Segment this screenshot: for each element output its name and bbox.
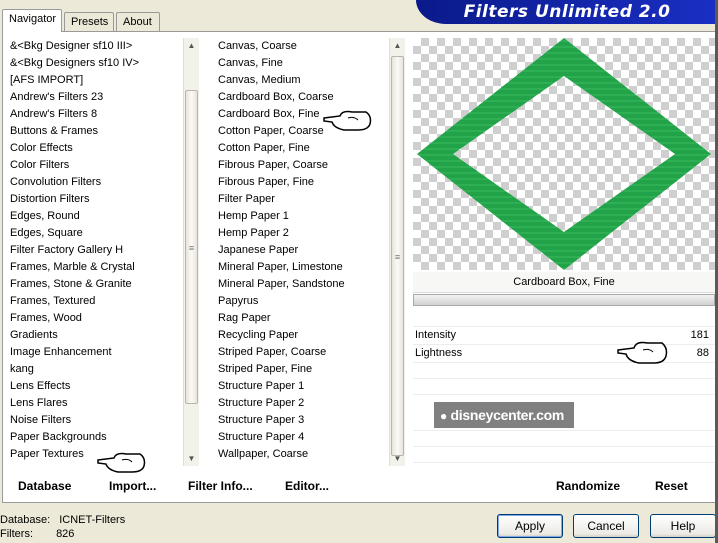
category-item[interactable]: Paper Backgrounds xyxy=(10,429,182,446)
category-item[interactable]: Frames, Stone & Granite xyxy=(10,276,182,293)
filter-item[interactable]: Canvas, Fine xyxy=(218,55,388,72)
category-item[interactable]: Distortion Filters xyxy=(10,191,182,208)
filter-item[interactable]: Structure Paper 1 xyxy=(218,378,388,395)
filter-item[interactable]: Recycling Paper xyxy=(218,327,388,344)
filter-item[interactable]: Striped Paper, Coarse xyxy=(218,344,388,361)
filter-item[interactable]: Hemp Paper 2 xyxy=(218,225,388,242)
reset-button[interactable]: Reset xyxy=(655,479,688,493)
category-item[interactable]: Edges, Round xyxy=(10,208,182,225)
filter-item[interactable]: Canvas, Medium xyxy=(218,72,388,89)
preview-frame-shape xyxy=(417,38,711,270)
filter-scroll-thumb[interactable]: ≡ xyxy=(391,56,404,456)
tab-presets[interactable]: Presets xyxy=(64,12,114,31)
pointing-hand-icon xyxy=(323,110,372,131)
current-filter-name: Cardboard Box, Fine xyxy=(413,272,715,293)
app-title-banner: Filters Unlimited 2.0 xyxy=(416,0,718,24)
filter-item[interactable]: Striped Paper, Fine xyxy=(218,361,388,378)
filter-item[interactable]: Papyrus xyxy=(218,293,388,310)
filter-item[interactable]: Fibrous Paper, Coarse xyxy=(218,157,388,174)
param-name: Intensity xyxy=(415,329,456,341)
filter-item[interactable]: Cotton Paper, Fine xyxy=(218,140,388,157)
filter-item[interactable]: Structure Paper 2 xyxy=(218,395,388,412)
param-value: 88 xyxy=(696,347,709,359)
status-filters: Filters: 826 xyxy=(0,528,75,540)
category-item[interactable]: Frames, Wood xyxy=(10,310,182,327)
filter-item[interactable]: Mineral Paper, Sandstone xyxy=(218,276,388,293)
editor-button[interactable]: Editor... xyxy=(285,479,329,493)
category-item[interactable]: [AFS IMPORT] xyxy=(10,72,182,89)
category-item[interactable]: Lens Effects xyxy=(10,378,182,395)
category-item[interactable]: Andrew's Filters 23 xyxy=(10,89,182,106)
category-item[interactable]: Lens Flares xyxy=(10,395,182,412)
filter-list[interactable]: Canvas, Coarse Canvas, Fine Canvas, Medium… xyxy=(218,38,388,466)
filter-item[interactable]: Structure Paper 3 xyxy=(218,412,388,429)
pointing-hand-icon xyxy=(617,341,668,364)
filter-item[interactable]: Mineral Paper, Limestone xyxy=(218,259,388,276)
filter-item[interactable]: Structure Paper 4 xyxy=(218,429,388,446)
apply-button[interactable]: Apply xyxy=(497,514,563,538)
filter-item[interactable]: Japanese Paper xyxy=(218,242,388,259)
filter-item[interactable]: Cardboard Box, Coarse xyxy=(218,89,388,106)
category-item[interactable]: Frames, Marble & Crystal xyxy=(10,259,182,276)
filter-item[interactable]: Wallpaper, Coarse xyxy=(218,446,388,463)
filter-item[interactable]: Hemp Paper 1 xyxy=(218,208,388,225)
category-item[interactable]: Edges, Square xyxy=(10,225,182,242)
scroll-up-arrow-icon[interactable]: ▲ xyxy=(390,38,405,53)
scroll-down-arrow-icon[interactable]: ▼ xyxy=(184,451,199,466)
help-button[interactable]: Help xyxy=(650,514,716,538)
tab-navigator[interactable]: Navigator xyxy=(2,9,62,32)
param-value: 181 xyxy=(690,329,709,341)
preview-canvas xyxy=(413,38,715,270)
watermark: ● disneycenter.com xyxy=(434,402,574,428)
status-database: Database: ICNET-Filters xyxy=(0,514,126,526)
progress-bar xyxy=(413,294,715,306)
category-item[interactable]: Convolution Filters xyxy=(10,174,182,191)
category-list[interactable]: &<Bkg Designer sf10 III> &<Bkg Designers … xyxy=(10,38,182,466)
randomize-button[interactable]: Randomize xyxy=(556,479,620,493)
cancel-button[interactable]: Cancel xyxy=(573,514,639,538)
param-name: Lightness xyxy=(415,347,463,359)
import-button[interactable]: Import... xyxy=(109,479,156,493)
category-scrollbar[interactable]: ▲ ≡ ▼ xyxy=(183,38,199,466)
category-item[interactable]: Color Filters xyxy=(10,157,182,174)
category-item[interactable]: Frames, Textured xyxy=(10,293,182,310)
category-scroll-thumb[interactable]: ≡ xyxy=(185,90,198,404)
category-item[interactable]: Andrew's Filters 8 xyxy=(10,106,182,123)
filter-info-button[interactable]: Filter Info... xyxy=(188,479,253,493)
category-item[interactable]: kang xyxy=(10,361,182,378)
category-item[interactable]: Noise Filters xyxy=(10,412,182,429)
category-item[interactable]: Gradients xyxy=(10,327,182,344)
database-button[interactable]: Database xyxy=(18,479,71,493)
category-item[interactable]: &<Bkg Designer sf10 III> xyxy=(10,38,182,55)
pointing-hand-icon xyxy=(97,452,146,473)
category-item[interactable]: Color Effects xyxy=(10,140,182,157)
category-item[interactable]: Filter Factory Gallery H xyxy=(10,242,182,259)
filter-item[interactable]: Fibrous Paper, Fine xyxy=(218,174,388,191)
category-item[interactable]: &<Bkg Designers sf10 IV> xyxy=(10,55,182,72)
tab-about[interactable]: About xyxy=(116,12,160,31)
category-item[interactable]: Image Enhancement xyxy=(10,344,182,361)
mickey-icon: ● xyxy=(440,409,447,423)
category-item[interactable]: Buttons & Frames xyxy=(10,123,182,140)
scroll-up-arrow-icon[interactable]: ▲ xyxy=(184,38,199,53)
scroll-down-arrow-icon[interactable]: ▼ xyxy=(390,451,405,466)
filter-item[interactable]: Filter Paper xyxy=(218,191,388,208)
filter-item[interactable]: Rag Paper xyxy=(218,310,388,327)
filter-item[interactable]: Canvas, Coarse xyxy=(218,38,388,55)
filter-scrollbar[interactable]: ▲ ≡ ▼ xyxy=(389,38,405,466)
